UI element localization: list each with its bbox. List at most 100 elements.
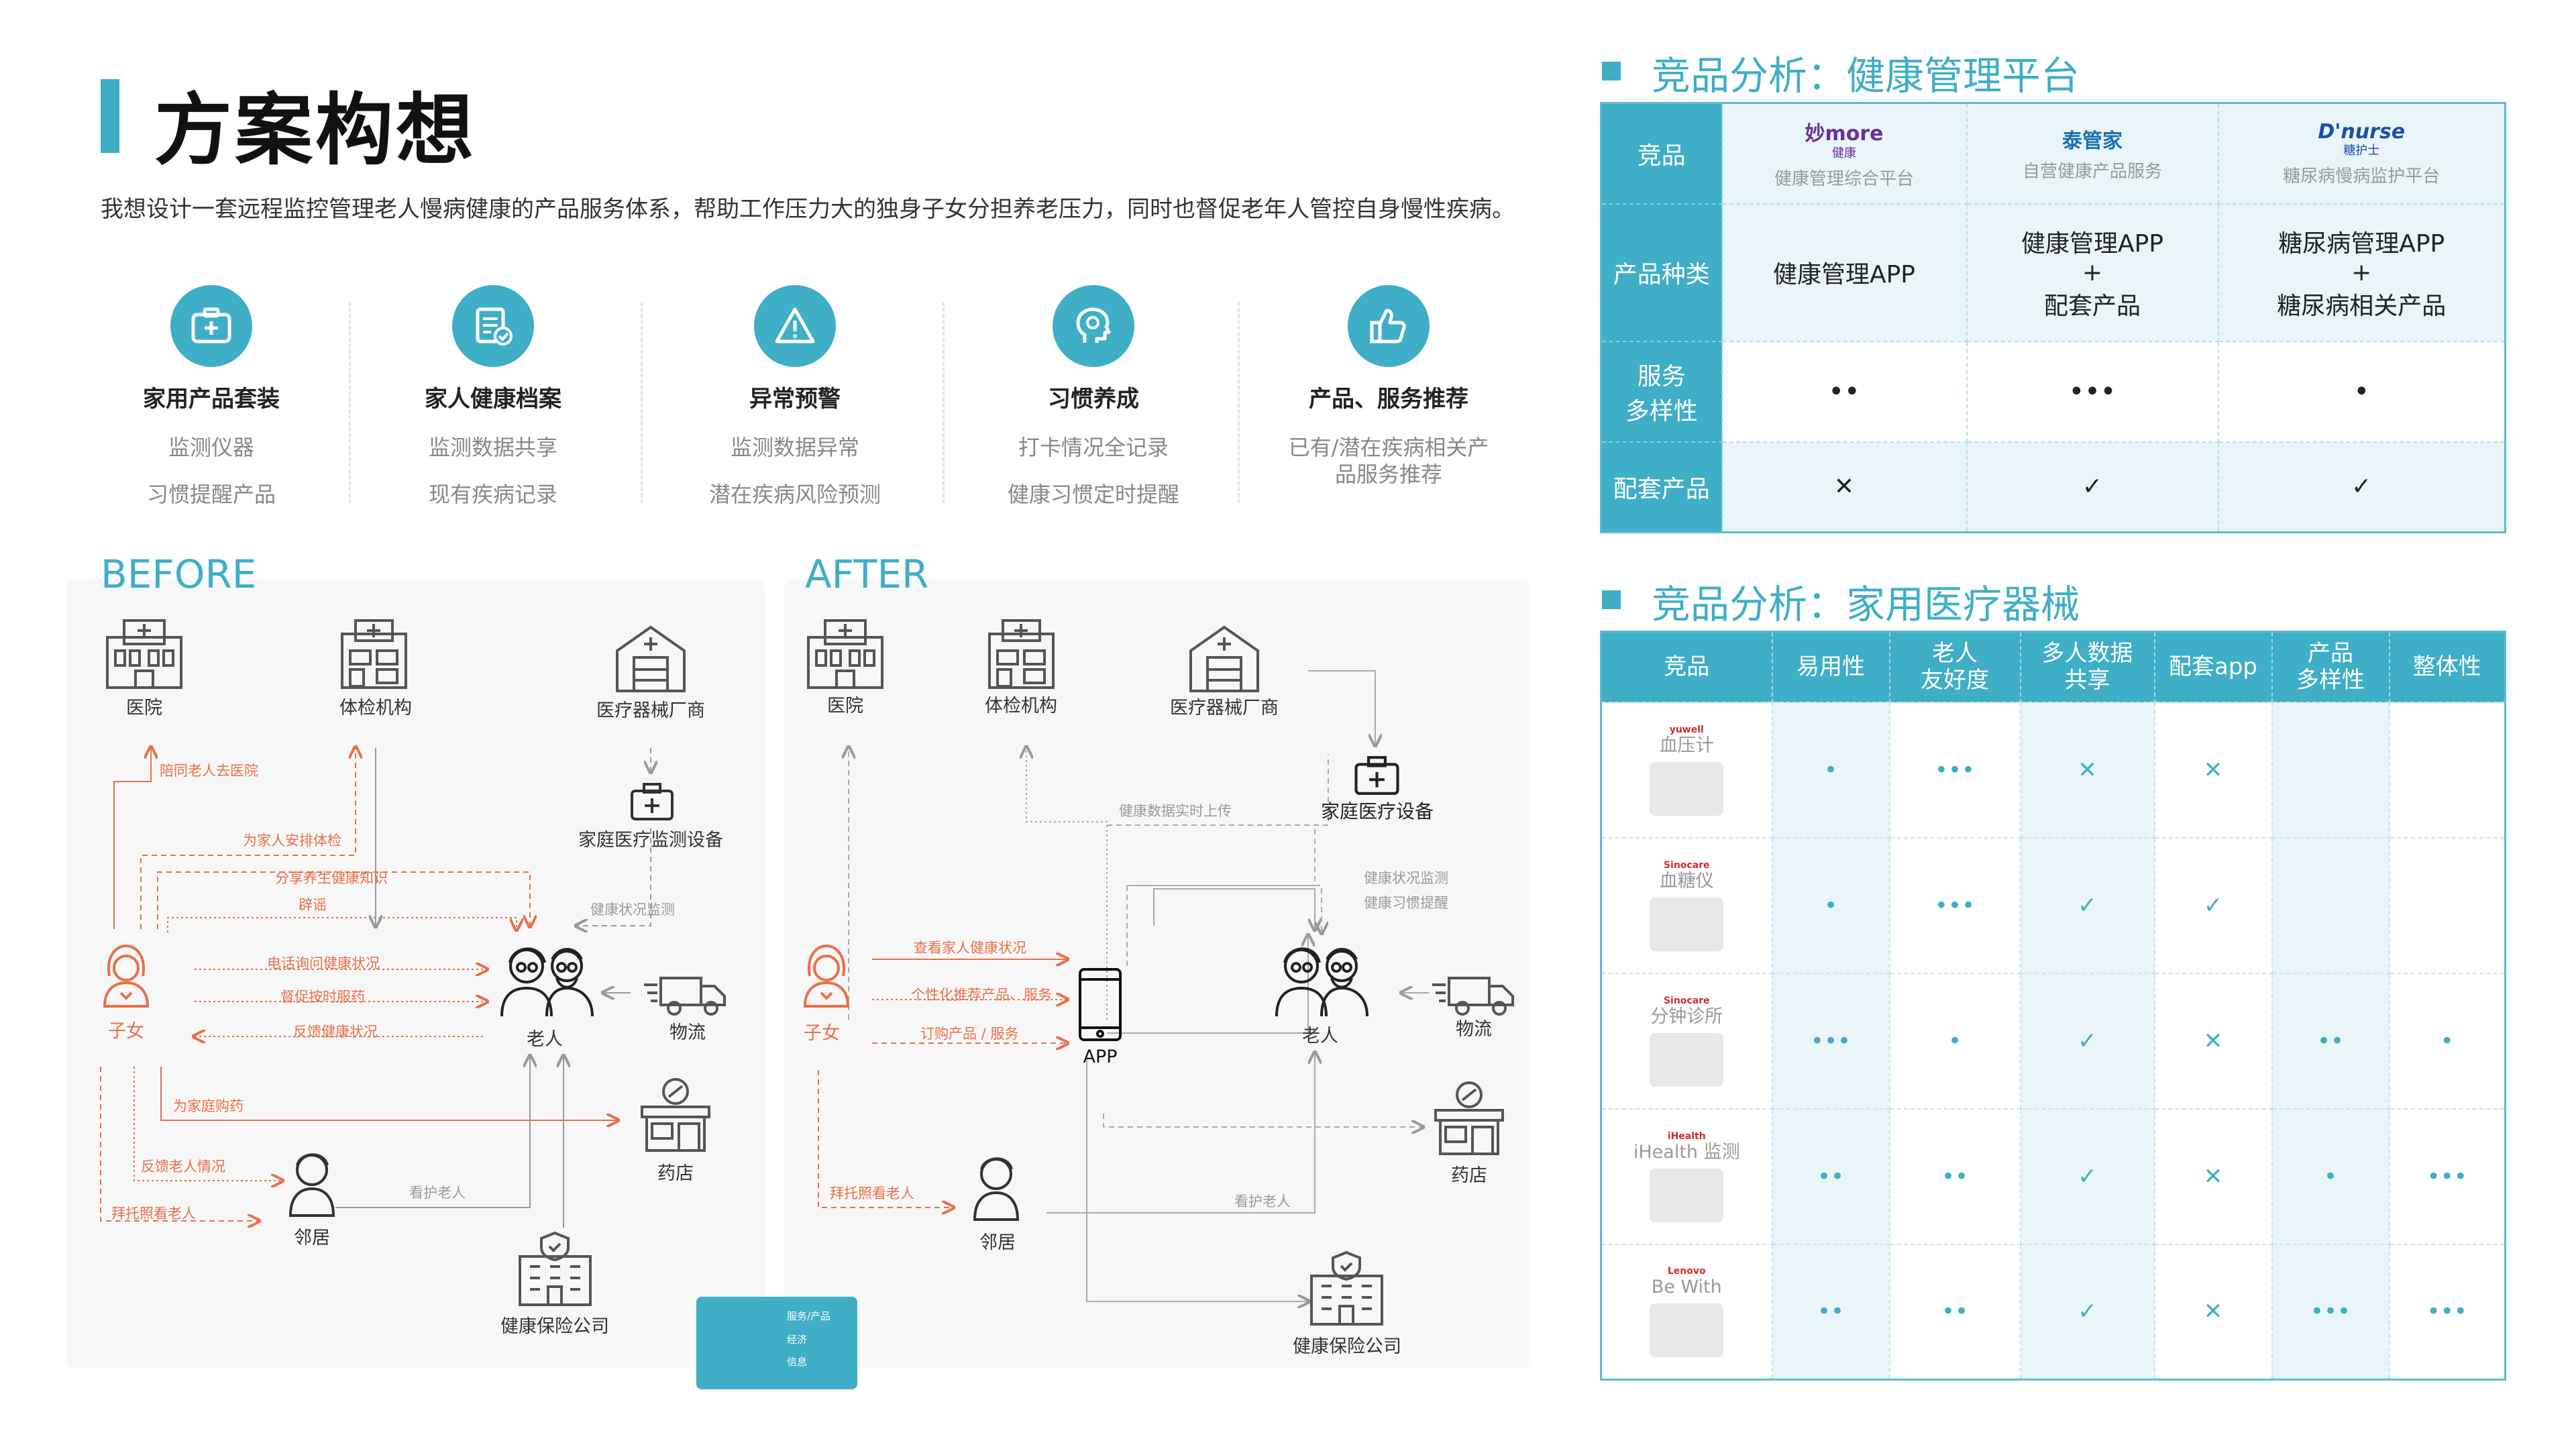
ihealth-device-image [1650,1168,1724,1222]
rating-cell: ✕ [2153,972,2273,1110]
flow-annotation: 查看家人健康状况 [914,940,1026,956]
rating-cell: ••• [1888,701,2021,839]
app-phone-icon [1079,968,1122,1041]
node-label: 子女 [804,1023,840,1044]
home-device-icon [1354,756,1399,795]
column-header: 配套app [2153,631,2272,702]
product-type-cell: 糖尿病管理APP + 糖尿病相关产品 [2217,203,2506,342]
product-type: 配套产品 [2043,292,2141,320]
miaomore-logo: 妙more [1805,122,1884,146]
product-type: 健康管理APP [1772,261,1916,288]
pharmacy-icon [641,1078,710,1152]
flow-annotation: 反馈健康状况 [293,1024,378,1040]
rating-cell: •• [2271,972,2390,1110]
node-label: 家庭医疗设备 [1320,800,1434,822]
clinic-kit-image [1650,1032,1724,1087]
node-label: 医疗器械厂商 [1170,698,1279,718]
flow-annotation: 为家人安排体检 [243,833,341,849]
device-name: 血压计 [1659,735,1714,756]
flow-annotation: 为家庭购药 [173,1098,244,1114]
platform-analysis-title: 竞品分析：健康管理平台 [1652,53,2080,99]
product-type: 健康管理APP [2021,229,2164,258]
rating-cell: •• [1721,340,1968,443]
rating-cell: ••• [2388,1108,2506,1245]
rating-cell [2388,837,2506,974]
rating-cell: ••• [1771,972,1890,1110]
node-label: 家庭医疗监测设备 [578,830,723,851]
taiguanjia-logo: 泰管家 [2062,129,2123,154]
flow-annotation: 健康习惯提醒 [1364,895,1448,911]
table-row: 产品种类 健康管理APP 健康管理APP + 配套产品 糖尿病管理APP + 糖尿病相关… [1600,203,2506,342]
node-label: 药店 [1451,1165,1487,1186]
node-label: 物流 [1456,1019,1492,1040]
rating-cell: ✕ [2019,701,2155,839]
node-label: 医院 [827,696,863,716]
rating-cell: •• [1888,1243,2021,1381]
legend-item: 经济 [787,1334,808,1346]
column-header: 竞品 [1600,631,1772,702]
product-type: + [2082,258,2103,286]
rating-cell: ✓ [2019,837,2155,974]
rating-cell [2271,837,2390,974]
rating-cell: ••• [1888,837,2021,974]
node-label: 物流 [669,1022,706,1043]
device-name: 血糖仪 [1659,870,1714,892]
device-cell: iHealth iHealth 监测 [1600,1108,1773,1245]
flow-annotation: 看护老人 [1234,1193,1291,1210]
flow-diagram-lines [100,670,1429,1366]
table-row: iHealth iHealth 监测 •• •• ✓ ✕ • ••• [1600,1108,2506,1245]
brand-logo: Sinocare [1663,995,1710,1006]
device-comparison-table: 竞品 易用性 老人 友好度 多人数据 共享 配套app 产品 多样性 整体性 y… [1600,631,2506,1381]
flow-annotation: 健康数据实时上传 [1119,803,1232,819]
rating-cell: •• [1771,1108,1890,1245]
rating-cell: ••• [2388,1243,2506,1381]
insurance-building-icon [1310,1250,1383,1326]
node-label: 医疗器械厂商 [596,700,705,721]
competitor-desc: 自营健康产品服务 [2022,162,2162,182]
rating-cell: ✓ [1966,441,2219,533]
blood-pressure-monitor-image [1650,761,1724,816]
checkup-icon [341,619,407,689]
rating-cell: ✓ [2019,972,2155,1110]
row-header: 配套产品 [1600,441,1723,533]
competitor-desc: 糖尿病慢病监护平台 [2283,166,2440,186]
elderly-couple-icon [500,947,594,1017]
competitor-desc: 健康管理综合平台 [1774,169,1914,190]
hospital-icon [106,619,182,689]
competitor-cell: 妙more 健康 健康管理综合平台 [1721,102,1968,205]
rating-cell: ✕ [2153,701,2273,839]
flow-annotation: 分享养生健康知识 [275,870,388,886]
flow-annotation: 订购产品 / 服务 [920,1026,1019,1042]
neighbor-icon [973,1157,1020,1221]
brand-logo: Sinocare [1663,859,1710,871]
flow-annotation: 陪同老人去医院 [160,763,258,779]
product-type: + [2351,258,2372,286]
node-label: 老人 [527,1029,563,1050]
brand-logo: iHealth [1667,1130,1706,1142]
product-type-cell: 健康管理APP + 配套产品 [1966,203,2219,342]
table-header-row: 竞品 易用性 老人 友好度 多人数据 共享 配套app 产品 多样性 整体性 [1600,631,2506,702]
device-name: iHealth 监测 [1633,1141,1740,1163]
row-header: 竞品 [1600,102,1723,205]
column-header: 产品 多样性 [2271,631,2390,702]
table-row: 配套产品 ✕ ✓ ✓ [1600,441,2506,533]
logistics-truck-icon [644,977,726,1016]
table-row: Sinocare 血糖仪 • ••• ✓ ✓ [1600,837,2506,974]
bewith-device-image [1650,1303,1724,1358]
node-label: 药店 [657,1163,694,1184]
manufacturer-icon [616,625,686,692]
rating-cell: ✕ [2153,1108,2273,1245]
rating-cell: • [2217,340,2506,443]
table-row: Lenovo Be With •• •• ✓ ✕ ••• ••• [1600,1243,2506,1381]
platform-comparison-table: 竞品 妙more 健康 健康管理综合平台 泰管家 自营健康产品服务 D'nurs… [1600,102,2506,533]
flow-annotation: 看护老人 [409,1185,466,1201]
node-label: 医院 [126,698,162,718]
device-analysis-title: 竞品分析：家用医疗器械 [1652,582,2080,627]
flow-annotation: 拜托照看老人 [111,1205,196,1222]
section-marker [1602,62,1621,80]
column-header: 整体性 [2388,631,2506,702]
device-name: 分钟诊所 [1650,1006,1723,1027]
node-label: 老人 [1302,1026,1338,1046]
flow-annotation: 健康状况监测 [1364,870,1448,886]
competitor-cell: 泰管家 自营健康产品服务 [1966,102,2219,205]
